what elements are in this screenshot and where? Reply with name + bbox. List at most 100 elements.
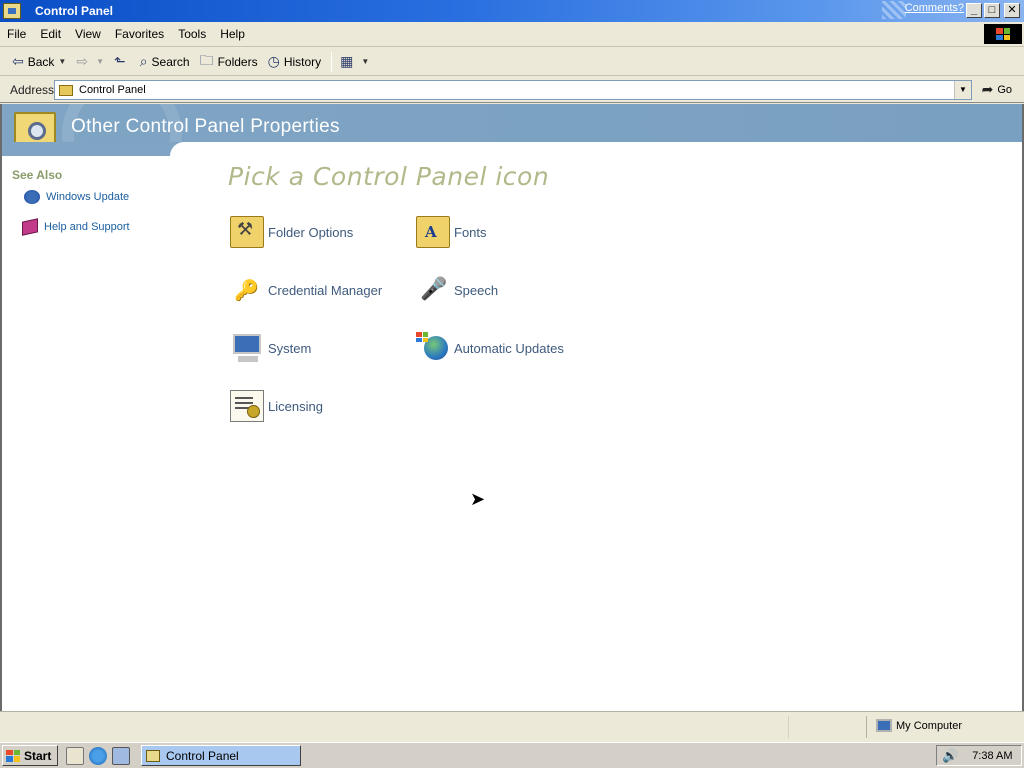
search-icon: ⌕: [139, 53, 148, 69]
windows-update-icon: [24, 190, 40, 204]
history-button[interactable]: ◷ History: [264, 51, 326, 73]
system-item[interactable]: System: [230, 332, 311, 364]
views-icon: ▦: [340, 53, 354, 69]
licensing-item[interactable]: Licensing: [230, 390, 323, 422]
globe-icon: [416, 332, 450, 364]
control-panel-icon: [3, 3, 21, 19]
back-label: Back: [27, 54, 55, 69]
status-separator: [788, 716, 789, 738]
help-book-icon: [22, 218, 38, 236]
history-label: History: [283, 54, 322, 69]
minimize-button[interactable]: _: [966, 3, 982, 18]
folder-options-item[interactable]: Folder Options: [230, 216, 353, 248]
taskbar-task-label: Control Panel: [166, 748, 239, 763]
microphone-icon: [416, 274, 450, 306]
comments-link[interactable]: Comments?: [905, 2, 964, 14]
address-label: Address: [10, 82, 55, 97]
taskbar: Start Control Panel 🔊 7:38 AM: [0, 742, 1024, 768]
forward-arrow-icon: ⇨: [76, 53, 89, 69]
views-button[interactable]: ▦ ▼: [336, 51, 373, 73]
banner-title: Other Control Panel Properties: [71, 116, 340, 137]
speech-label: Speech: [454, 282, 499, 298]
clock: 7:38 AM: [972, 749, 1013, 762]
speaker-icon[interactable]: 🔊: [942, 748, 958, 764]
gear-icon: [28, 122, 46, 140]
header-banner: Other Control Panel Properties: [2, 104, 1022, 142]
menu-edit[interactable]: Edit: [33, 27, 68, 41]
start-label: Start: [24, 748, 52, 763]
my-computer-icon: [876, 719, 892, 732]
menu-file[interactable]: File: [0, 27, 33, 41]
certificate-icon: [230, 390, 264, 422]
status-separator: [866, 716, 867, 738]
views-dropdown-icon[interactable]: ▼: [361, 57, 369, 66]
address-bar: Address Control Panel ▼ ➦ Go: [0, 77, 1024, 103]
back-arrow-icon: ⇦: [12, 53, 24, 69]
speech-item[interactable]: Speech: [416, 274, 498, 306]
folders-label: Folders: [217, 54, 258, 69]
forward-dropdown-icon[interactable]: ▼: [96, 57, 104, 66]
window-title: Control Panel: [35, 4, 114, 18]
back-dropdown-icon[interactable]: ▼: [58, 57, 66, 66]
go-arrow-icon: ➦: [981, 81, 994, 97]
control-panel-icon: [146, 749, 160, 762]
back-button[interactable]: ⇦ Back ▼: [8, 51, 70, 73]
menu-view[interactable]: View: [68, 27, 108, 41]
history-icon: ◷: [267, 53, 280, 69]
fonts-label: Fonts: [454, 224, 487, 240]
zone-label: My Computer: [896, 719, 963, 732]
menu-tools[interactable]: Tools: [171, 27, 213, 41]
control-panel-large-icon: [14, 112, 56, 142]
content-area: Other Control Panel Properties See Also …: [0, 104, 1024, 711]
internet-explorer-icon[interactable]: [89, 746, 107, 765]
fonts-icon: [416, 216, 450, 248]
banner-notch: [2, 142, 184, 156]
windows-update-link[interactable]: Windows Update: [24, 190, 129, 204]
status-bar: My Computer: [0, 711, 1024, 741]
up-folder-button[interactable]: ⬑: [110, 51, 134, 73]
go-label: Go: [997, 83, 1012, 96]
forward-button[interactable]: ⇨ ▼: [72, 51, 108, 73]
credential-manager-item[interactable]: Credential Manager: [230, 274, 382, 306]
menu-help[interactable]: Help: [213, 27, 252, 41]
up-folder-icon: ⬑: [114, 53, 126, 69]
close-button[interactable]: ✕: [1004, 3, 1020, 18]
system-label: System: [268, 340, 312, 356]
help-and-support-label: Help and Support: [44, 221, 130, 233]
zone-indicator: My Computer: [876, 719, 962, 732]
go-button[interactable]: ➦ Go: [982, 81, 1012, 98]
automatic-updates-item[interactable]: Automatic Updates: [416, 332, 564, 364]
start-button[interactable]: Start: [2, 745, 58, 766]
automatic-updates-label: Automatic Updates: [454, 340, 564, 356]
menu-favorites[interactable]: Favorites: [108, 27, 171, 41]
system-tray: 🔊 7:38 AM: [936, 745, 1022, 766]
decorative-pattern: [882, 1, 906, 19]
windows-logo-icon: [984, 24, 1022, 44]
folder-options-icon: [230, 216, 264, 248]
search-button[interactable]: ⌕ Search: [136, 51, 194, 73]
address-input[interactable]: Control Panel ▼: [54, 80, 972, 100]
page-heading: Pick a Control Panel icon: [228, 162, 550, 191]
taskbar-control-panel-button[interactable]: Control Panel: [141, 745, 301, 766]
address-value: Control Panel: [79, 84, 146, 96]
quick-launch: [66, 746, 135, 765]
folders-button[interactable]: 🗀 Folders: [196, 51, 262, 73]
fonts-item[interactable]: Fonts: [416, 216, 487, 248]
toolbar: ⇦ Back ▼ ⇨ ▼ ⬑ ⌕ Search 🗀 Folders ◷ Hist…: [0, 48, 1024, 76]
menu-bar: File Edit View Favorites Tools Help: [0, 22, 1024, 47]
licensing-label: Licensing: [268, 398, 323, 414]
title-bar: Control Panel Comments? _ □ ✕: [0, 0, 1024, 22]
windows-flag-icon: [6, 749, 20, 762]
key-icon: [230, 274, 264, 306]
help-and-support-link[interactable]: Help and Support: [22, 218, 130, 236]
channels-icon[interactable]: [112, 746, 130, 765]
mouse-cursor-icon: ➤: [470, 489, 486, 509]
folder-options-label: Folder Options: [268, 224, 354, 240]
address-dropdown-icon[interactable]: ▼: [954, 81, 971, 99]
show-desktop-icon[interactable]: [66, 746, 84, 765]
computer-icon: [230, 332, 264, 364]
search-label: Search: [151, 54, 190, 69]
toolbar-separator: [331, 51, 333, 72]
maximize-button[interactable]: □: [984, 3, 1000, 18]
credential-manager-label: Credential Manager: [268, 282, 383, 298]
